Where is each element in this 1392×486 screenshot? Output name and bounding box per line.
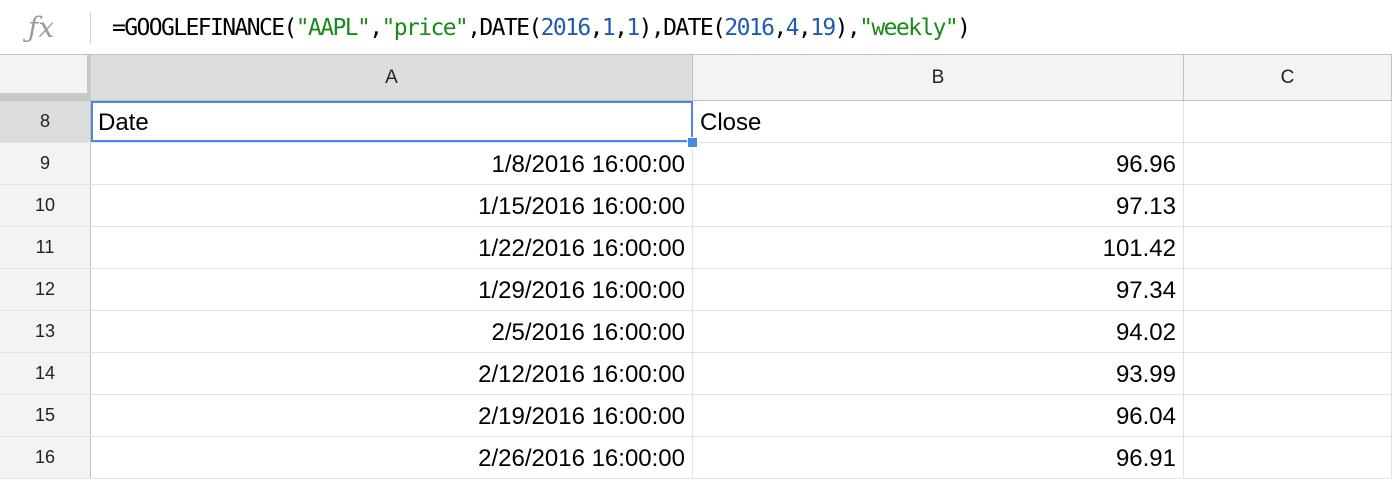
table-row: 15 2/19/2016 16:00:00 96.04	[0, 395, 1392, 437]
cell-date[interactable]: 1/8/2016 16:00:00	[91, 143, 693, 184]
row-header[interactable]: 8	[0, 101, 91, 142]
row-header[interactable]: 13	[0, 311, 91, 352]
formula-token: ,	[614, 15, 628, 41]
fx-icon: ƒx	[28, 11, 55, 44]
cell-date[interactable]: 1/15/2016 16:00:00	[91, 185, 693, 226]
formula-token: "weekly"	[859, 15, 959, 41]
cell-c[interactable]	[1184, 185, 1392, 226]
cell-close[interactable]: 97.34	[693, 269, 1184, 310]
cell-date[interactable]: 2/26/2016 16:00:00	[91, 437, 693, 478]
cell-close[interactable]: 97.13	[693, 185, 1184, 226]
formula-token: ),	[834, 15, 861, 41]
select-all-corner[interactable]	[0, 55, 91, 100]
cell-c[interactable]	[1184, 101, 1392, 142]
row-header[interactable]: 10	[0, 185, 91, 226]
column-header-c[interactable]: C	[1184, 55, 1392, 100]
row-header[interactable]: 9	[0, 143, 91, 184]
cell-c[interactable]	[1184, 353, 1392, 394]
cell-close[interactable]: 96.91	[693, 437, 1184, 478]
cell-close[interactable]: 93.99	[693, 353, 1184, 394]
cell-c[interactable]	[1184, 437, 1392, 478]
cell-close[interactable]: 101.42	[693, 227, 1184, 268]
row-header[interactable]: 16	[0, 437, 91, 478]
formula-token: 1	[601, 15, 616, 41]
formula-bar: ƒx =GOOGLEFINANCE("AAPL","price",DATE(20…	[0, 0, 1392, 55]
table-row: 16 2/26/2016 16:00:00 96.91	[0, 437, 1392, 479]
table-row: 10 1/15/2016 16:00:00 97.13	[0, 185, 1392, 227]
table-row: 12 1/29/2016 16:00:00 97.34	[0, 269, 1392, 311]
formula-divider	[90, 12, 91, 44]
formula-token: 4	[785, 15, 800, 41]
cell-c[interactable]	[1184, 227, 1392, 268]
selected-cell[interactable]: Date	[91, 101, 693, 142]
fill-handle[interactable]	[687, 137, 698, 148]
row-header[interactable]: 15	[0, 395, 91, 436]
formula-token: 2016	[540, 15, 592, 41]
formula-token: ,	[797, 15, 812, 41]
cell-date[interactable]: 1/22/2016 16:00:00	[91, 227, 693, 268]
table-row: 11 1/22/2016 16:00:00 101.42	[0, 227, 1392, 269]
column-header-b[interactable]: B	[693, 55, 1184, 100]
cell-c[interactable]	[1184, 269, 1392, 310]
table-row: 13 2/5/2016 16:00:00 94.02	[0, 311, 1392, 353]
formula-token: "AAPL"	[295, 15, 371, 41]
cell-date[interactable]: 2/5/2016 16:00:00	[91, 311, 693, 352]
formula-token: 19	[810, 15, 836, 41]
formula-input[interactable]: =GOOGLEFINANCE("AAPL","price",DATE(2016,…	[112, 14, 971, 42]
table-row: 14 2/12/2016 16:00:00 93.99	[0, 353, 1392, 395]
row-header[interactable]: 14	[0, 353, 91, 394]
cell-close[interactable]: 94.02	[693, 311, 1184, 352]
formula-token: )	[957, 15, 971, 41]
formula-token: ),DATE(	[638, 15, 726, 41]
cell-close[interactable]: Close	[693, 101, 1184, 142]
formula-token: ,DATE(	[467, 15, 542, 41]
formula-token: 2016	[724, 15, 775, 41]
cell-date[interactable]: 2/12/2016 16:00:00	[91, 353, 693, 394]
cell-c[interactable]	[1184, 395, 1392, 436]
formula-token: 1	[626, 15, 640, 41]
table-row: 9 1/8/2016 16:00:00 96.96	[0, 143, 1392, 185]
row-header[interactable]: 11	[0, 227, 91, 268]
cell-close[interactable]: 96.96	[693, 143, 1184, 184]
column-header-a[interactable]: A	[91, 55, 693, 100]
cell-c[interactable]	[1184, 143, 1392, 184]
formula-token: ,	[773, 15, 787, 41]
formula-token: =GOOGLEFINANCE(	[112, 15, 297, 41]
formula-token: ,	[369, 15, 383, 41]
row-header[interactable]: 12	[0, 269, 91, 310]
formula-token: ,	[589, 15, 604, 41]
cell-date[interactable]: 2/19/2016 16:00:00	[91, 395, 693, 436]
formula-token: "price"	[381, 15, 468, 41]
cell-date[interactable]: 1/29/2016 16:00:00	[91, 269, 693, 310]
cell-c[interactable]	[1184, 311, 1392, 352]
cell-close[interactable]: 96.04	[693, 395, 1184, 436]
column-header-row: A B C	[0, 55, 1392, 101]
